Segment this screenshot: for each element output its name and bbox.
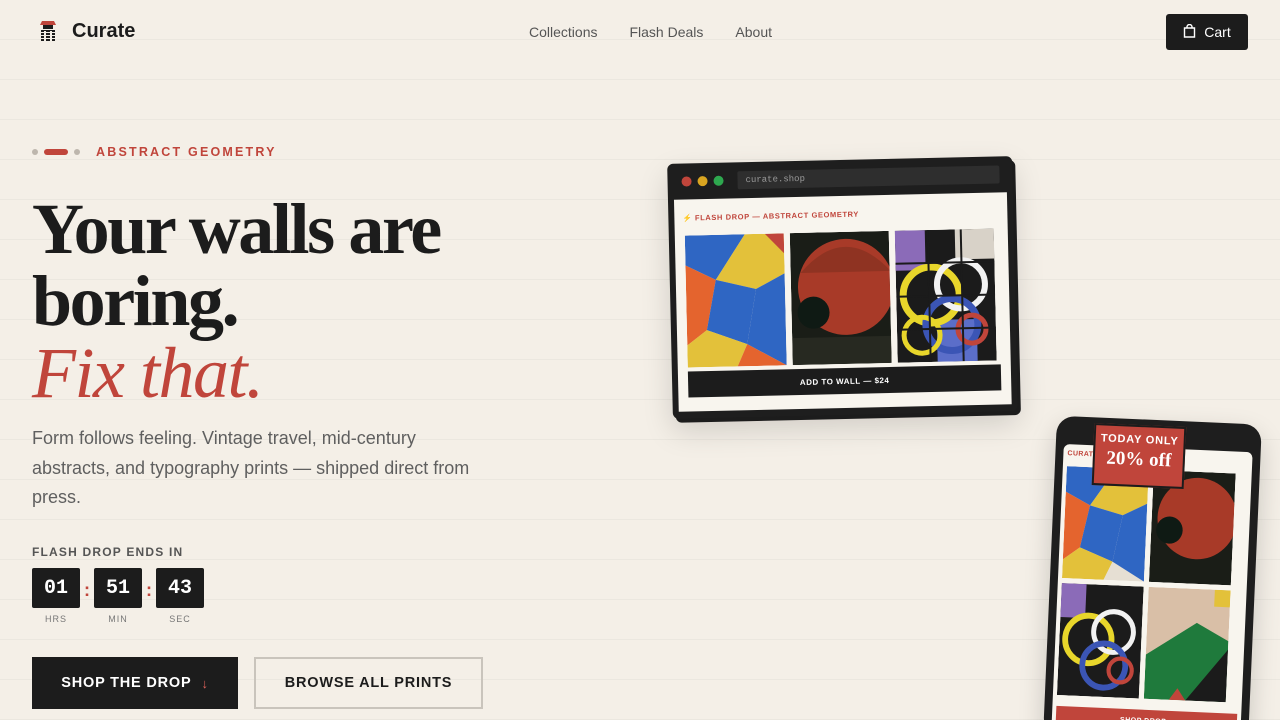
hero-headline: Your walls are boring. Fix that. [32,189,442,413]
countdown-minutes: 51 MIN [94,568,142,624]
countdown-separator: : [84,580,90,600]
browse-all-prints-label: BROWSE ALL PRINTS [284,675,453,691]
print-geometric-shards[interactable] [684,233,787,368]
countdown-separator: : [146,580,152,600]
drop-title: ⚡ FLASH DROP — ABSTRACT GEOMETRY [682,209,860,223]
shop-the-drop-label: SHOP THE DROP [61,675,192,691]
eyebrow: ABSTRACT GEOMETRY [32,145,277,159]
cart-label: Cart [1204,24,1231,40]
indicator-active[interactable] [44,149,68,155]
phone-print-grid [1056,466,1236,703]
stacked-logo-icon [38,19,58,43]
carousel-indicator [32,149,80,155]
brand-name: Curate [72,19,136,42]
phone-shop-drop-button[interactable]: SHOP DROP ↓ [1055,705,1238,720]
maximize-dot-icon [713,175,724,186]
browser-url: curate.shop [737,165,1000,190]
headline-line-2: boring. [32,261,240,341]
brand-logo[interactable]: Curate [38,19,135,43]
countdown-value: 51 [94,568,142,608]
eyebrow-label: ABSTRACT GEOMETRY [96,145,277,159]
countdown-value: 43 [156,568,204,608]
countdown-hours: 01 HRS [32,568,80,624]
browser-mockup: curate.shop ⚡ FLASH DROP — ABSTRACT GEOM… [667,156,1018,419]
nav-link-flash-deals[interactable]: Flash Deals [629,24,703,40]
top-nav: Curate Collections Flash Deals About Car… [0,0,1280,64]
indicator-dot[interactable] [74,149,80,155]
shop-the-drop-button[interactable]: SHOP THE DROP ↓ [32,657,238,709]
countdown-caption: MIN [108,614,128,624]
countdown-timer: 01 HRS : 51 MIN : 43 SEC [32,568,204,624]
print-stained-glass[interactable] [894,228,997,363]
nav-link-collections[interactable]: Collections [529,24,597,40]
print-color-blocks[interactable] [1143,586,1231,703]
arrow-down-icon: ↓ [201,675,209,691]
print-tiles [684,228,997,368]
nav-link-about[interactable]: About [735,24,772,40]
browse-all-prints-button[interactable]: BROWSE ALL PRINTS [254,657,483,709]
minimize-dot-icon [697,176,708,187]
headline-accent: Fix that. [32,333,264,413]
badge-line-1: TODAY ONLY [1100,432,1179,448]
countdown-value: 01 [32,568,80,608]
print-stained-glass[interactable] [1056,583,1144,699]
promo-badge: TODAY ONLY 20% off [1091,423,1187,489]
badge-line-2: 20% off [1105,447,1172,472]
cart-button[interactable]: Cart [1166,14,1248,50]
hero-subtitle: Form follows feeling. Vintage travel, mi… [32,428,470,507]
countdown-seconds: 43 SEC [156,568,204,624]
countdown-caption: HRS [44,614,67,624]
close-dot-icon [681,176,692,187]
countdown-caption: SEC [169,614,191,624]
shopping-bag-icon [1183,23,1196,41]
add-to-wall-button[interactable]: ADD TO WALL — $24 [687,364,1002,398]
nav-links: Collections Flash Deals About [529,24,772,40]
countdown-label: FLASH DROP ENDS IN [32,545,184,559]
browser-screen: ⚡ FLASH DROP — ABSTRACT GEOMETRY ADD TO … [673,192,1012,412]
indicator-dot[interactable] [32,149,38,155]
headline-line-1: Your walls are [32,189,442,269]
print-red-sphere[interactable] [789,230,892,366]
